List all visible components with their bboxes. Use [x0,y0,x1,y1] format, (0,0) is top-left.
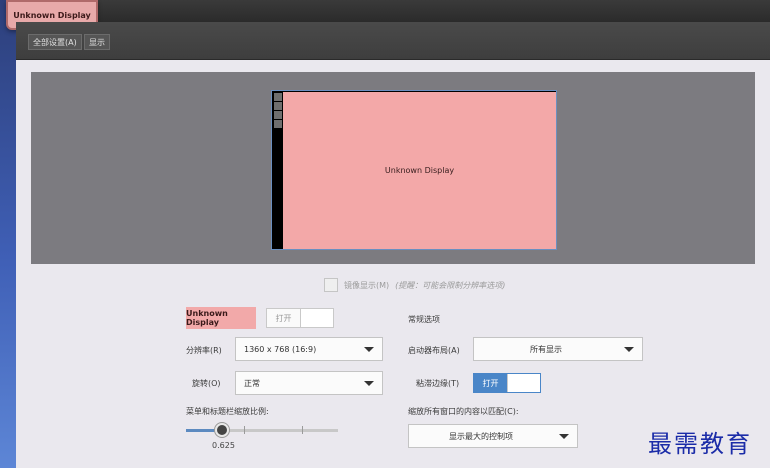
monitor-label: Unknown Display [283,92,556,249]
sticky-edges-toggle-knob [506,374,540,392]
mirror-displays-hint: (提醒：可能会限制分辨率选项) [395,280,506,290]
resolution-select[interactable]: 1360 x 768 (16:9) [235,337,383,361]
launcher-placement-select[interactable]: 所有显示 [473,337,643,361]
launcher-placement-value: 所有显示 [530,344,562,354]
sticky-edges-toggle-label: 打开 [474,374,507,392]
sticky-edges-toggle[interactable]: 打开 [473,373,541,393]
display-power-toggle-knob [299,309,333,327]
scale-slider-tick [244,426,245,434]
launcher-strip-preview [274,93,282,249]
scale-value: 0.625 [212,441,235,450]
display-breadcrumb-button[interactable]: 显示 [84,34,110,50]
rotation-value: 正常 [244,378,260,388]
watermark-logo: 最需教育 [648,430,752,458]
chevron-down-icon [364,347,374,352]
fit-windows-value: 显示最大的控制项 [449,431,513,441]
chevron-down-icon [624,347,634,352]
monitor-preview[interactable]: Unknown Display [271,90,557,250]
chevron-down-icon [364,381,374,386]
scale-label: 菜单和标题栏缩放比例: [186,407,269,416]
display-name-label: Unknown Display [186,307,256,329]
rotation-label: 旋转(O) [192,379,221,388]
fit-windows-label: 缩放所有窗口的内容以匹配(C): [408,407,519,416]
display-power-toggle-label: 打开 [275,313,292,323]
sticky-edges-label: 粘滞边缘(T) [416,379,460,388]
launcher-placement-label: 启动器布局(A) [408,346,460,355]
window-titlebar [16,0,770,22]
rotation-select[interactable]: 正常 [235,371,383,395]
all-settings-button[interactable]: 全部设置(A) [28,34,82,50]
mirror-displays-checkbox[interactable] [324,278,338,292]
display-power-toggle[interactable]: 打开 [266,308,334,328]
fit-windows-select[interactable]: 显示最大的控制项 [408,424,578,448]
mirror-displays-label: 镜像显示(M) [344,280,390,290]
chevron-down-icon [559,434,569,439]
resolution-value: 1360 x 768 (16:9) [244,344,317,354]
mirror-displays-row: 镜像显示(M) (提醒：可能会限制分辨率选项) [324,277,505,293]
desktop-background [0,0,16,468]
general-options-title: 常规选项 [408,315,440,324]
toolbar: 全部设置(A) 显示 [16,22,770,60]
scale-slider-tick [302,426,303,434]
resolution-label: 分辨率(R) [186,346,222,355]
scale-slider-track[interactable] [186,429,338,432]
